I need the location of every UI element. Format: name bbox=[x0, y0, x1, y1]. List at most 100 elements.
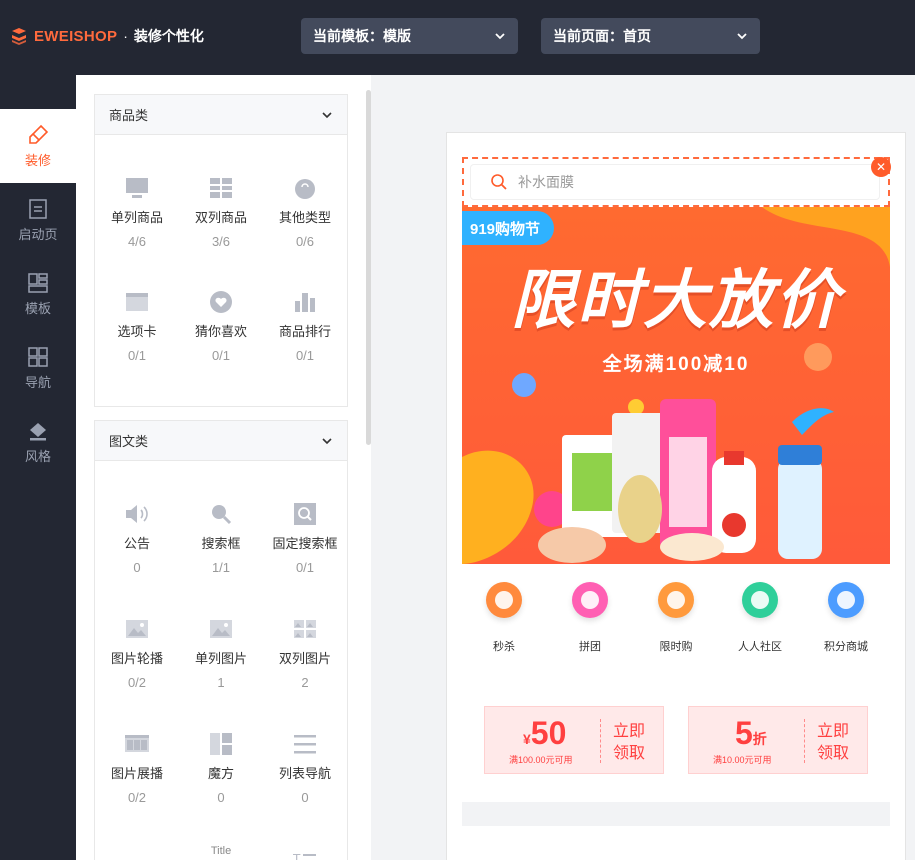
component-count: 0/6 bbox=[295, 234, 315, 249]
brand: EWEISHOP · 装修个性化 bbox=[10, 26, 204, 46]
preview-search-input[interactable]: 补水面膜 bbox=[470, 164, 880, 200]
component-label: 双列商品 bbox=[194, 210, 247, 225]
nav-item-label: 风格 bbox=[24, 448, 51, 464]
promo-banner[interactable]: 919购物节 限时大放价 全场满100减10 bbox=[462, 207, 890, 564]
nav-item-navigation[interactable]: 导航 bbox=[0, 331, 76, 405]
chevron-down-icon bbox=[495, 33, 505, 40]
page-select-label: 当前页面：首页 bbox=[553, 28, 651, 44]
component-label: 搜索框 bbox=[201, 536, 241, 551]
component-single-goods[interactable]: 单列商品 4/6 bbox=[95, 175, 179, 249]
coupon-card[interactable]: ¥50 满100.00元可用 立即领取 bbox=[484, 706, 664, 774]
coupon-amount: 5折 bbox=[735, 715, 767, 751]
component-image-carousel[interactable]: 图片轮播 0/2 bbox=[95, 616, 179, 690]
coupon-card[interactable]: 5折 满10.00元可用 立即领取 bbox=[688, 706, 868, 774]
coupon-divider bbox=[804, 719, 805, 763]
component-single-image[interactable]: 单列图片 1 bbox=[179, 616, 263, 690]
nav-item-label: 导航 bbox=[24, 374, 51, 390]
component-label: 选项卡 bbox=[117, 324, 157, 339]
component-count: 0/2 bbox=[127, 790, 147, 805]
coupon-claim-button[interactable]: 立即领取 bbox=[817, 721, 851, 765]
brand-name: EWEISHOP bbox=[34, 27, 118, 45]
nav-item-template[interactable]: 模板 bbox=[0, 257, 76, 331]
chevron-down-icon bbox=[322, 437, 332, 444]
component-list-nav[interactable]: 列表导航 0 bbox=[263, 731, 347, 805]
nav-item-style[interactable]: 风格 bbox=[0, 405, 76, 479]
component-label: 双列图片 bbox=[278, 651, 331, 666]
top-bar: EWEISHOP · 装修个性化 当前模板：模版 当前页面：首页 bbox=[0, 0, 915, 75]
svg-text:T: T bbox=[293, 852, 301, 860]
component-label: 图片轮播 bbox=[110, 651, 163, 666]
template-select[interactable]: 当前模板：模版 bbox=[301, 18, 518, 54]
component-goods-rank[interactable]: 商品排行 0/1 bbox=[263, 289, 347, 363]
section-goods: 商品类 单列商品 4/6 双列商品 3/6 其他类型 0/6 选项卡 0/1 猜… bbox=[94, 94, 348, 407]
heart-icon bbox=[208, 289, 234, 315]
quick-nav-label: 积分商城 bbox=[824, 641, 868, 653]
grid-icon bbox=[28, 346, 48, 367]
search-box-icon bbox=[292, 501, 318, 527]
section-header-image-text[interactable]: 图文类 bbox=[95, 421, 347, 461]
component-other-type[interactable]: 其他类型 0/6 bbox=[263, 175, 347, 249]
component-fixed-search[interactable]: 固定搜索框 0/1 bbox=[263, 501, 347, 575]
quick-nav-points-mall[interactable]: 积分商城 bbox=[804, 582, 888, 654]
component-cube[interactable]: 魔方 0 bbox=[179, 731, 263, 805]
shopping-bag-icon bbox=[828, 582, 864, 618]
component-label: 图片展播 bbox=[110, 766, 163, 781]
component-partial[interactable] bbox=[95, 851, 179, 860]
group-icon bbox=[572, 582, 608, 618]
quick-nav-label: 拼团 bbox=[579, 641, 601, 653]
image-icon bbox=[208, 616, 234, 642]
component-label: 单列图片 bbox=[194, 651, 247, 666]
component-count: 4/6 bbox=[127, 234, 147, 249]
component-notice[interactable]: 公告 0 bbox=[95, 501, 179, 575]
template-icon bbox=[28, 272, 48, 293]
component-count: 2 bbox=[301, 675, 309, 690]
search-icon bbox=[491, 174, 507, 190]
quick-nav-limited[interactable]: 限时购 bbox=[634, 582, 718, 654]
coupon-condition: 满100.00元可用 bbox=[509, 755, 573, 765]
component-count: 0/1 bbox=[127, 348, 147, 363]
section-title: 图文类 bbox=[109, 434, 149, 449]
component-title-text[interactable]: T bbox=[263, 845, 347, 860]
quick-nav-community[interactable]: 人人社区 bbox=[718, 582, 802, 654]
page-select[interactable]: 当前页面：首页 bbox=[541, 18, 760, 54]
close-icon[interactable]: ✕ bbox=[871, 157, 891, 177]
left-nav: 装修 启动页 模板 导航 风格 bbox=[0, 75, 76, 860]
component-double-image[interactable]: 双列图片 2 bbox=[263, 616, 347, 690]
component-count: 0 bbox=[133, 560, 141, 575]
image-grid-icon bbox=[292, 616, 318, 642]
component-count: 0 bbox=[217, 790, 225, 805]
component-count: 0/2 bbox=[127, 675, 147, 690]
component-label: 商品排行 bbox=[278, 324, 331, 339]
component-label: 魔方 bbox=[207, 766, 234, 781]
banner-tag: 919购物节 bbox=[462, 211, 554, 245]
search-icon bbox=[208, 501, 234, 527]
brand-subtitle: 装修个性化 bbox=[133, 28, 204, 44]
grid-two-icon bbox=[208, 175, 234, 201]
quick-nav-label: 人人社区 bbox=[738, 641, 782, 653]
component-count: 0 bbox=[301, 790, 309, 805]
quick-nav-group-buy[interactable]: 拼团 bbox=[548, 582, 632, 654]
preview-search-block[interactable]: 补水面膜 bbox=[462, 157, 890, 207]
nav-item-startup[interactable]: 启动页 bbox=[0, 183, 76, 257]
component-guess-like[interactable]: 猜你喜欢 0/1 bbox=[179, 289, 263, 363]
section-title: 商品类 bbox=[109, 108, 149, 123]
nav-item-decorate[interactable]: 装修 bbox=[0, 109, 76, 183]
section-header-goods[interactable]: 商品类 bbox=[95, 95, 347, 135]
component-double-goods[interactable]: 双列商品 3/6 bbox=[179, 175, 263, 249]
component-count: 1 bbox=[217, 675, 225, 690]
coupon-claim-button[interactable]: 立即领取 bbox=[613, 721, 647, 765]
quick-nav-label: 秒杀 bbox=[493, 641, 515, 653]
component-label: 列表导航 bbox=[278, 766, 331, 781]
template-select-label: 当前模板：模版 bbox=[313, 28, 411, 44]
paint-bucket-icon bbox=[30, 422, 46, 440]
component-label: 固定搜索框 bbox=[272, 536, 338, 551]
section-image-text: 图文类 公告 0 搜索框 1/1 固定搜索框 0/1 图片轮播 0/2 单列图片… bbox=[94, 420, 348, 860]
component-label: 单列商品 bbox=[110, 210, 163, 225]
bag-icon bbox=[292, 175, 318, 201]
component-tab-card[interactable]: 选项卡 0/1 bbox=[95, 289, 179, 363]
coupon-amount: ¥50 bbox=[523, 715, 567, 751]
component-image-showcase[interactable]: 图片展播 0/2 bbox=[95, 731, 179, 805]
component-search-box[interactable]: 搜索框 1/1 bbox=[179, 501, 263, 575]
component-title[interactable]: Title bbox=[179, 845, 263, 857]
quick-nav-seckill[interactable]: 秒杀 bbox=[462, 582, 546, 654]
